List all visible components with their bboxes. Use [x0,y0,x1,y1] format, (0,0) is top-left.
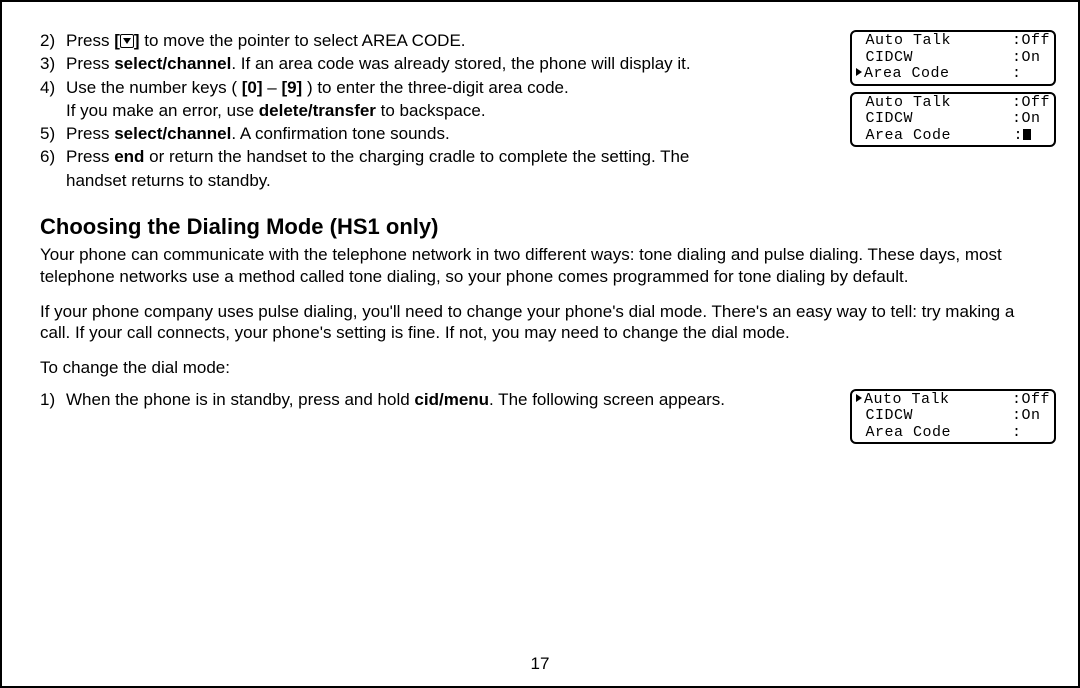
lcd-label: Area Code [856,66,950,83]
step-number: 3) [40,53,66,74]
text: Press [66,124,114,143]
lcd-label: Area Code [856,128,951,145]
text: . The following screen appears. [489,390,725,409]
key-0: [0] [242,78,263,97]
lcd-row: CIDCW :On [856,50,1050,67]
section-heading-dial-mode: Choosing the Dialing Mode (HS1 only) [40,213,1056,241]
step-number: 6) [40,146,66,167]
key-9: [9] [281,78,302,97]
area-code-steps: 2)Press [] to move the pointer to select… [40,30,850,193]
text: to backspace. [376,101,486,120]
lcd-label: Auto Talk [856,392,950,409]
dial-mode-para-1: Your phone can communicate with the tele… [40,244,1056,287]
lcd-row: CIDCW :On [856,408,1050,425]
lcd-value: :On [1012,408,1050,425]
text: . A confirmation tone sounds. [231,124,449,143]
lcd-value: :Off [1012,95,1050,112]
text: or return the handset to the charging cr… [144,147,689,166]
text: Auto Talk [864,391,950,408]
end-key: end [114,147,144,166]
lcd-row: Area Code: [856,425,1050,442]
lcd-label: Auto Talk [856,95,951,112]
text: to move the pointer to select AREA CODE. [140,31,466,50]
lcd-row: Auto Talk :Off [856,392,1050,409]
delete-transfer-key: delete/transfer [259,101,376,120]
lcd-label: CIDCW [856,111,913,128]
text: Area Code [864,65,950,82]
step-number: 2) [40,30,66,51]
text: . If an area code was already stored, th… [231,54,690,73]
manual-page: 2)Press [] to move the pointer to select… [0,0,1080,688]
lcd-label: Auto Talk [856,33,951,50]
select-channel-key: select/channel [114,124,231,143]
lcd-row: Auto Talk :Off [856,95,1050,112]
text: Press [66,54,114,73]
step-number: 5) [40,123,66,144]
pointer-icon [856,68,862,76]
step-4: 4)Use the number keys ( [0] – [9] ) to e… [40,77,840,98]
step-number: 1) [40,389,66,410]
text: handset returns to standby. [66,171,271,190]
text: If you make an error, use [66,101,259,120]
lcd-value: : [1012,425,1050,442]
lcd-value: : [1013,128,1050,145]
step-4-cont: If you make an error, use delete/transfe… [40,100,840,121]
dial-mode-step-1: 1)When the phone is in standby, press an… [40,389,850,410]
text: : [1013,127,1023,144]
lcd-screen-3: Auto Talk :Off CIDCW :On Area Code: [850,389,1056,445]
step-6: 6)Press end or return the handset to the… [40,146,840,167]
lcd-row: Auto Talk :Off [856,33,1050,50]
down-arrow-icon [120,34,134,48]
lcd-value: :Off [1012,33,1050,50]
lcd-value: :On [1012,50,1050,67]
cursor-icon [1023,129,1031,140]
text: – [263,78,282,97]
step-6-cont: handset returns to standby. [40,170,840,191]
lcd-value: :On [1012,111,1050,128]
dial-mode-para-2: If your phone company uses pulse dialing… [40,301,1056,344]
lcd-row: Area Code: [856,66,1050,83]
text: Press [66,147,114,166]
text: Press [66,31,114,50]
text: When the phone is in standby, press and … [66,390,414,409]
lcd-label: CIDCW [856,50,913,67]
down-key: [] [114,31,139,50]
lcd-column: Auto Talk :Off CIDCW :On Area Code: Auto T… [850,30,1056,153]
lcd-label: Area Code [856,425,951,442]
lcd-row: Area Code: [856,128,1050,145]
lcd-screen-1: Auto Talk :Off CIDCW :On Area Code: [850,30,1056,86]
lcd-label: CIDCW [856,408,913,425]
step-number: 4) [40,77,66,98]
lcd-column-2: Auto Talk :Off CIDCW :On Area Code: [850,389,1056,451]
change-intro: To change the dial mode: [40,357,1056,378]
dial-mode-step-row: 1)When the phone is in standby, press an… [40,389,1056,451]
lcd-value: : [1012,66,1050,83]
step-3: 3)Press select/channel. If an area code … [40,53,840,74]
step-5: 5)Press select/channel. A confirmation t… [40,123,840,144]
top-section: 2)Press [] to move the pointer to select… [40,30,1056,193]
step-2: 2)Press [] to move the pointer to select… [40,30,840,51]
text: Use the number keys ( [66,78,242,97]
cid-menu-key: cid/menu [414,390,489,409]
lcd-row: CIDCW :On [856,111,1050,128]
text: ) to enter the three-digit area code. [302,78,569,97]
lcd-screen-2: Auto Talk :Off CIDCW :On Area Code: [850,92,1056,148]
pointer-icon [856,394,862,402]
lcd-value: :Off [1012,392,1050,409]
page-number: 17 [2,653,1078,674]
select-channel-key: select/channel [114,54,231,73]
